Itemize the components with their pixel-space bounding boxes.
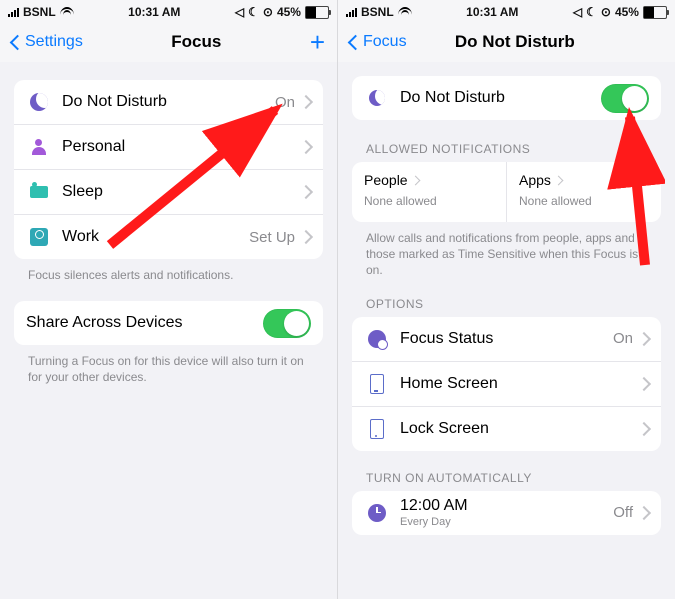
status-bar: BSNL 10:31 AM ◁ ☾ ⊙ 45%: [0, 0, 337, 22]
screen-do-not-disturb: BSNL 10:31 AM ◁ ☾ ⊙ 45% Focus Do Not Dis…: [338, 0, 675, 599]
allowed-apps[interactable]: Apps None allowed: [507, 162, 661, 222]
chevron-right-icon: [637, 376, 651, 390]
nav-bar: Settings Focus +: [0, 22, 337, 62]
home-screen-icon: [370, 374, 384, 394]
nav-bar: Focus Do Not Disturb: [338, 22, 675, 62]
chevron-right-icon: [637, 505, 651, 519]
battery-icon: [643, 6, 667, 19]
alarm-icon: ⊙: [263, 5, 273, 19]
back-label: Focus: [363, 33, 407, 51]
chevron-right-icon: [410, 175, 420, 185]
dnd-toggle-card: Do Not Disturb: [352, 76, 661, 120]
mode-do-not-disturb[interactable]: Do Not Disturb On: [14, 80, 323, 125]
back-button[interactable]: Settings: [12, 33, 83, 51]
back-button[interactable]: Focus: [350, 33, 407, 51]
clock: 10:31 AM: [128, 5, 180, 19]
options-header: OPTIONS: [352, 297, 661, 317]
mode-sleep[interactable]: Sleep: [14, 170, 323, 215]
allowed-card: People None allowed Apps None allowed: [352, 162, 661, 222]
chevron-left-icon: [348, 34, 364, 50]
options-card: Focus Status On Home Screen Lock Screen: [352, 317, 661, 451]
schedule-card: 12:00 AM Every Day Off: [352, 491, 661, 535]
battery-pct: 45%: [277, 5, 301, 19]
moon-icon: [30, 93, 48, 111]
screen-focus: BSNL 10:31 AM ◁ ☾ ⊙ 45% Settings Focus +…: [0, 0, 338, 599]
chevron-right-icon: [637, 421, 651, 435]
schedule-row[interactable]: 12:00 AM Every Day Off: [352, 491, 661, 535]
chevron-right-icon: [299, 230, 313, 244]
page-title: Do Not Disturb: [455, 32, 575, 52]
moon-icon: [369, 90, 385, 106]
share-toggle[interactable]: [263, 309, 311, 338]
allowed-header: ALLOWED NOTIFICATIONS: [352, 142, 661, 162]
back-label: Settings: [25, 33, 83, 51]
dnd-moon-icon: ☾: [586, 5, 597, 19]
mode-work[interactable]: Work Set Up: [14, 215, 323, 259]
signal-icon: [8, 8, 19, 17]
content: Do Not Disturb ALLOWED NOTIFICATIONS Peo…: [338, 62, 675, 599]
clock-icon: [368, 504, 386, 522]
chevron-left-icon: [10, 34, 26, 50]
chevron-right-icon: [299, 185, 313, 199]
add-button[interactable]: +: [310, 29, 325, 55]
carrier-label: BSNL: [23, 5, 56, 19]
lock-screen-icon: [370, 419, 384, 439]
wifi-icon: [398, 7, 412, 17]
location-icon: ◁: [573, 5, 582, 19]
mode-personal[interactable]: Personal: [14, 125, 323, 170]
modes-footer: Focus silences alerts and notifications.: [14, 259, 323, 301]
carrier-label: BSNL: [361, 5, 394, 19]
badge-icon: [30, 228, 48, 246]
focus-modes-list: Do Not Disturb On Personal Sleep Work Se…: [14, 80, 323, 259]
content: Do Not Disturb On Personal Sleep Work Se…: [0, 62, 337, 599]
page-title: Focus: [171, 32, 221, 52]
allowed-people[interactable]: People None allowed: [352, 162, 507, 222]
auto-header: TURN ON AUTOMATICALLY: [352, 471, 661, 491]
option-home-screen[interactable]: Home Screen: [352, 362, 661, 407]
chevron-right-icon: [637, 331, 651, 345]
person-icon: [31, 139, 47, 155]
status-bar: BSNL 10:31 AM ◁ ☾ ⊙ 45%: [338, 0, 675, 22]
status-icon: [368, 330, 386, 348]
option-focus-status[interactable]: Focus Status On: [352, 317, 661, 362]
battery-icon: [305, 6, 329, 19]
battery-pct: 45%: [615, 5, 639, 19]
chevron-right-icon: [553, 175, 563, 185]
share-across-devices[interactable]: Share Across Devices: [14, 301, 323, 345]
dnd-toggle-row[interactable]: Do Not Disturb: [352, 76, 661, 120]
alarm-icon: ⊙: [601, 5, 611, 19]
share-footer: Turning a Focus on for this device will …: [14, 345, 323, 403]
bed-icon: [30, 186, 48, 198]
share-card: Share Across Devices: [14, 301, 323, 345]
location-icon: ◁: [235, 5, 244, 19]
dnd-moon-icon: ☾: [248, 5, 259, 19]
wifi-icon: [60, 7, 74, 17]
clock: 10:31 AM: [466, 5, 518, 19]
dnd-toggle[interactable]: [601, 84, 649, 113]
allowed-footer: Allow calls and notifications from peopl…: [352, 222, 661, 297]
chevron-right-icon: [299, 95, 313, 109]
option-lock-screen[interactable]: Lock Screen: [352, 407, 661, 451]
chevron-right-icon: [299, 140, 313, 154]
signal-icon: [346, 8, 357, 17]
